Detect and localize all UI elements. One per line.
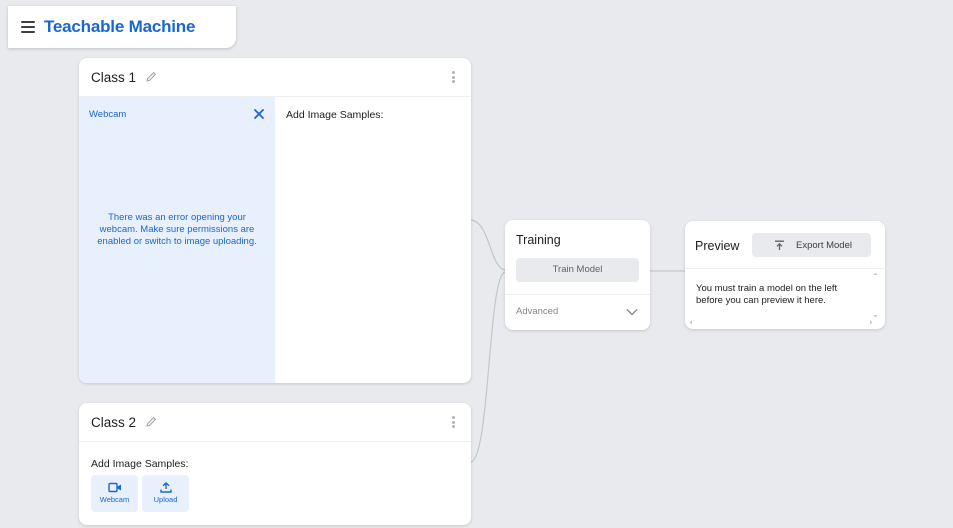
more-options-icon[interactable] xyxy=(452,71,455,83)
class-card-header: Class 1 xyxy=(79,58,471,97)
upload-button[interactable]: Upload xyxy=(142,475,189,512)
class-card-header: Class 2 xyxy=(79,403,471,442)
upload-button-label: Upload xyxy=(153,495,178,504)
preview-message: You must train a model on the left befor… xyxy=(696,283,838,306)
webcam-error-message: There was an error opening your webcam. … xyxy=(97,212,257,247)
advanced-toggle[interactable]: Advanced xyxy=(505,295,650,330)
menu-icon[interactable] xyxy=(21,21,35,33)
pencil-icon[interactable] xyxy=(144,70,158,84)
train-model-button[interactable]: Train Model xyxy=(516,258,639,282)
webcam-button[interactable]: Webcam xyxy=(91,475,138,512)
close-icon[interactable] xyxy=(253,108,265,120)
preview-card: Preview Export Model You must train a mo… xyxy=(685,221,885,329)
pencil-icon[interactable] xyxy=(144,415,158,429)
upload-icon xyxy=(159,482,172,493)
chevron-down-icon xyxy=(626,309,638,316)
samples-title: Add Image Samples: xyxy=(91,458,189,470)
webcam-label: Webcam xyxy=(89,109,127,120)
class-name[interactable]: Class 2 xyxy=(91,415,136,430)
image-samples-pane: Add Image Samples: xyxy=(275,97,471,383)
class-card-2: Class 2 Add Image Samples: Webcam Upload xyxy=(79,403,471,525)
app-title: Teachable Machine xyxy=(44,17,196,36)
horizontal-scrollbar[interactable] xyxy=(688,319,874,326)
preview-title: Preview xyxy=(695,239,740,253)
class-card-1: Class 1 Webcam There was an error openin… xyxy=(79,58,471,383)
export-model-button[interactable]: Export Model xyxy=(752,233,871,257)
more-options-icon[interactable] xyxy=(452,416,455,428)
class-name[interactable]: Class 1 xyxy=(91,70,136,85)
export-model-label: Export Model xyxy=(796,239,852,251)
samples-title: Add Image Samples: xyxy=(286,109,384,121)
vertical-scrollbar[interactable] xyxy=(872,271,879,319)
app-header: Teachable Machine xyxy=(8,6,236,48)
webcam-pane: Webcam There was an error opening your w… xyxy=(79,97,275,383)
export-icon xyxy=(775,240,784,250)
divider xyxy=(685,268,885,269)
training-card: Training Train Model Advanced xyxy=(505,220,650,330)
webcam-button-label: Webcam xyxy=(99,495,130,504)
advanced-label: Advanced xyxy=(516,306,559,317)
webcam-icon xyxy=(107,482,121,493)
training-title: Training xyxy=(516,233,561,247)
